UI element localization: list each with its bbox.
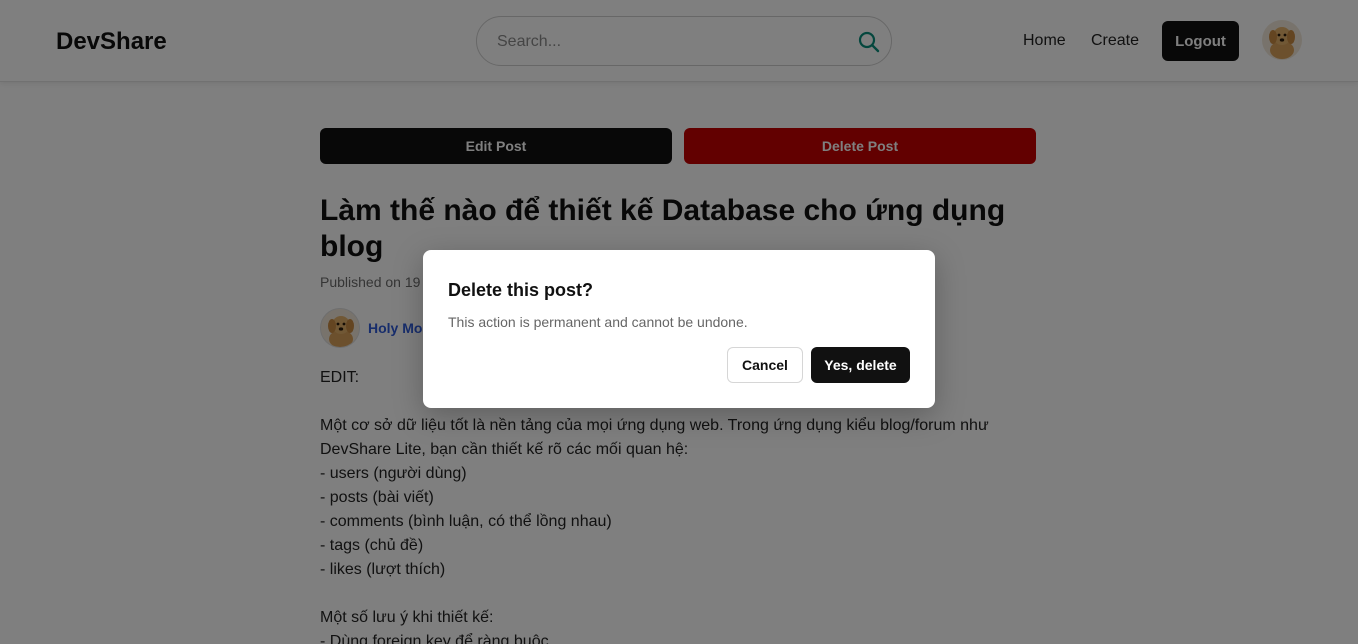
confirm-delete-button[interactable]: Yes, delete	[811, 347, 910, 383]
dialog-message: This action is permanent and cannot be u…	[448, 314, 748, 330]
dialog-title: Delete this post?	[448, 280, 594, 300]
delete-confirm-dialog: Delete this post? This action is permane…	[423, 250, 935, 408]
post-detail-page: DevShare Home Create Logout Edit Post De…	[0, 0, 1358, 644]
cancel-button[interactable]: Cancel	[727, 347, 803, 383]
